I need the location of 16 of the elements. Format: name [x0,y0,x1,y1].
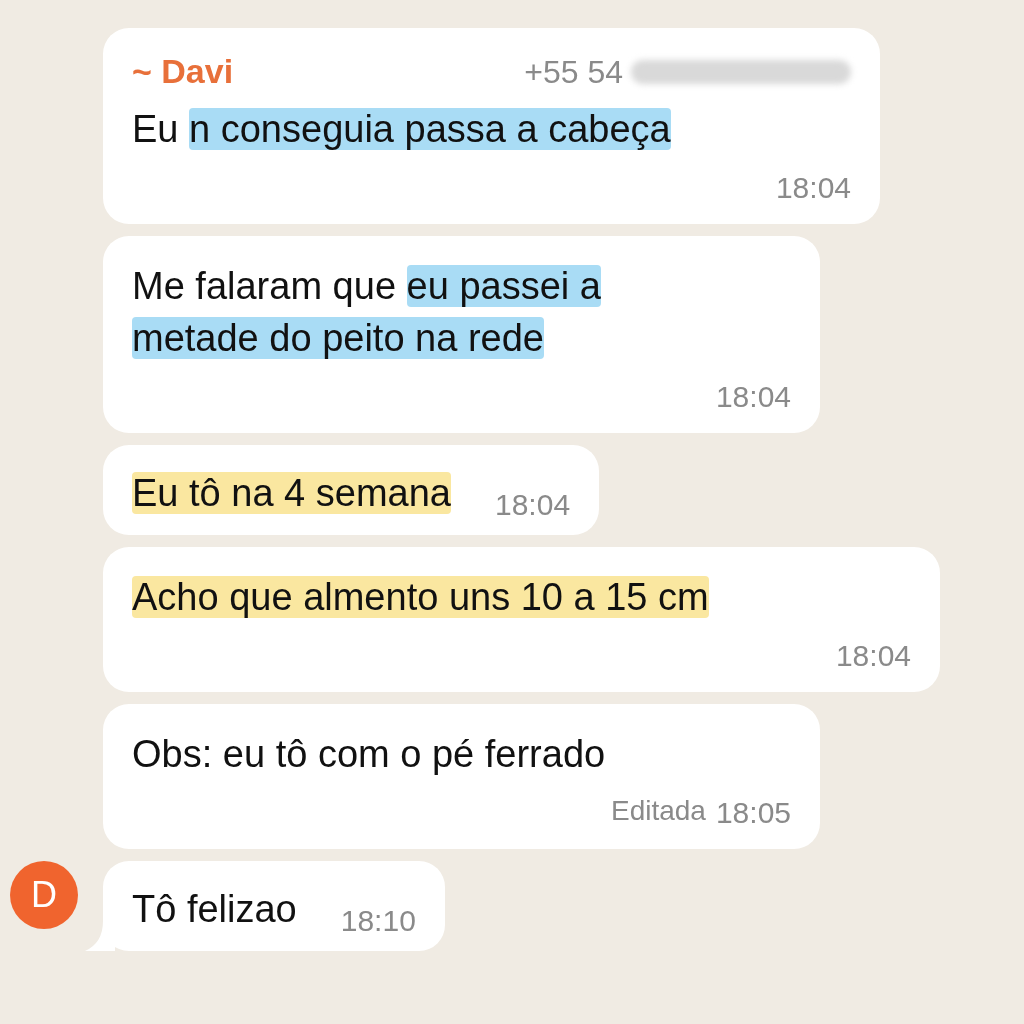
message-time: 18:04 [835,638,911,674]
message-text: Acho que almento uns 10 a 15 cm [132,575,710,620]
sender-name[interactable]: ~ Davi [132,46,234,97]
message-time: 18:04 [715,379,791,415]
message-time: 18:10 [340,903,416,939]
phone-number: +55 54 [524,52,623,92]
message-text: Eu n conseguia passa a cabeça [132,107,672,152]
message-text: Me falaram que eu passei a metade do peito na rede [132,264,602,361]
message-time: 18:05 [715,795,791,831]
message-text: Tô felizao [132,887,297,932]
edited-label: Editada [610,794,706,828]
message-time: 18:04 [775,170,851,206]
message-time: 18:04 [495,487,571,523]
message-text: Eu tô na 4 semana [132,471,451,516]
avatar[interactable]: D [10,861,78,929]
message-text: Obs: eu tô com o pé ferrado [132,732,607,777]
